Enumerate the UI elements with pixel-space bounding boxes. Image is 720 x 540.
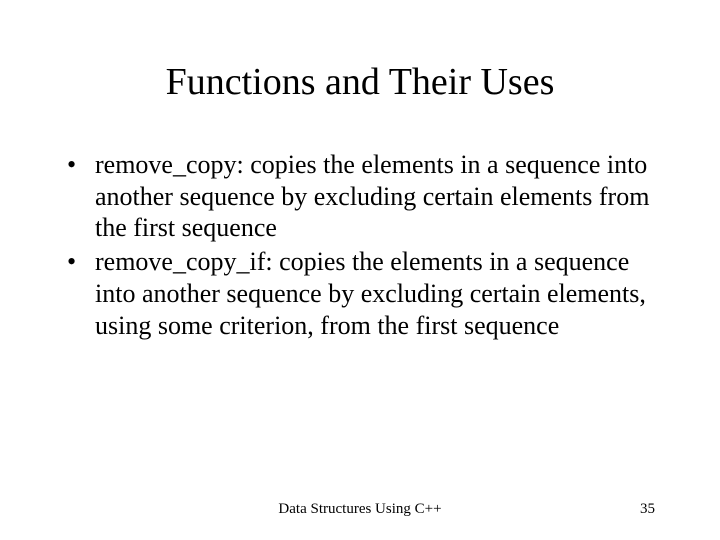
list-item: remove_copy: copies the elements in a se… — [65, 149, 655, 244]
page-number: 35 — [640, 501, 655, 518]
slide-footer: Data Structures Using C++ 35 — [0, 501, 720, 518]
slide-content: remove_copy: copies the elements in a se… — [65, 149, 655, 500]
slide-title: Functions and Their Uses — [65, 60, 655, 104]
bullet-list: remove_copy: copies the elements in a se… — [65, 149, 655, 341]
footer-text: Data Structures Using C++ — [278, 501, 441, 518]
slide-container: Functions and Their Uses remove_copy: co… — [0, 0, 720, 540]
list-item: remove_copy_if: copies the elements in a… — [65, 246, 655, 341]
